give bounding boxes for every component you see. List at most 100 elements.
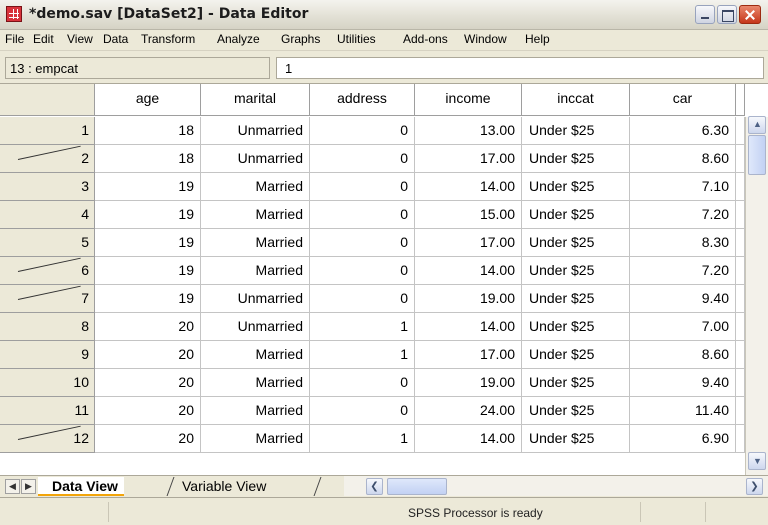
cell-age[interactable]: 20 bbox=[95, 425, 201, 453]
row-header[interactable]: 12 bbox=[0, 425, 95, 453]
cell-marital[interactable]: Married bbox=[201, 229, 310, 257]
cell-car[interactable]: 11.40 bbox=[630, 397, 736, 425]
column-header-income[interactable]: income bbox=[415, 84, 522, 116]
column-header-inccat[interactable]: inccat bbox=[522, 84, 630, 116]
cell-marital[interactable]: Married bbox=[201, 369, 310, 397]
cell-next[interactable] bbox=[736, 369, 745, 397]
cell-age[interactable]: 20 bbox=[95, 341, 201, 369]
cell-address[interactable]: 1 bbox=[310, 341, 415, 369]
cell-age[interactable]: 19 bbox=[95, 257, 201, 285]
tab-next-button[interactable]: ▶ bbox=[21, 479, 36, 494]
scroll-up-button[interactable]: ▲ bbox=[748, 116, 766, 134]
cell-age[interactable]: 20 bbox=[95, 369, 201, 397]
menu-data[interactable]: Data bbox=[103, 32, 128, 46]
row-header[interactable]: 5 bbox=[0, 229, 95, 257]
scroll-down-button[interactable]: ▼ bbox=[748, 452, 766, 470]
cell-address[interactable]: 0 bbox=[310, 117, 415, 145]
column-header-age[interactable]: age bbox=[95, 84, 201, 116]
menu-edit[interactable]: Edit bbox=[33, 32, 54, 46]
row-header[interactable]: 4 bbox=[0, 201, 95, 229]
cell-car[interactable]: 7.20 bbox=[630, 201, 736, 229]
menu-help[interactable]: Help bbox=[525, 32, 550, 46]
cell-car[interactable]: 8.60 bbox=[630, 145, 736, 173]
cell-inccat[interactable]: Under $25 bbox=[522, 117, 630, 145]
cell-income[interactable]: 17.00 bbox=[415, 229, 522, 257]
menu-file[interactable]: File bbox=[5, 32, 24, 46]
cell-inccat[interactable]: Under $25 bbox=[522, 201, 630, 229]
cell-income[interactable]: 19.00 bbox=[415, 369, 522, 397]
menu-add-ons[interactable]: Add-ons bbox=[403, 32, 448, 46]
cell-marital[interactable]: Married bbox=[201, 341, 310, 369]
cell-inccat[interactable]: Under $25 bbox=[522, 173, 630, 201]
cell-inccat[interactable]: Under $25 bbox=[522, 397, 630, 425]
minimize-button[interactable] bbox=[695, 5, 715, 24]
cell-address[interactable]: 0 bbox=[310, 257, 415, 285]
cell-marital[interactable]: Unmarried bbox=[201, 313, 310, 341]
cell-marital[interactable]: Married bbox=[201, 425, 310, 453]
cell-marital[interactable]: Unmarried bbox=[201, 145, 310, 173]
cell-value-input[interactable]: 1 bbox=[276, 57, 764, 79]
tab-prev-button[interactable]: ◀ bbox=[5, 479, 20, 494]
maximize-button[interactable] bbox=[717, 5, 737, 24]
menu-view[interactable]: View bbox=[67, 32, 93, 46]
scroll-left-button[interactable]: ❮ bbox=[366, 478, 383, 495]
cell-address[interactable]: 1 bbox=[310, 313, 415, 341]
cell-address[interactable]: 0 bbox=[310, 201, 415, 229]
menu-graphs[interactable]: Graphs bbox=[281, 32, 320, 46]
cell-address[interactable]: 0 bbox=[310, 397, 415, 425]
row-header[interactable]: 11 bbox=[0, 397, 95, 425]
cell-income[interactable]: 14.00 bbox=[415, 425, 522, 453]
cell-next[interactable] bbox=[736, 425, 745, 453]
cell-next[interactable] bbox=[736, 201, 745, 229]
cell-next[interactable] bbox=[736, 173, 745, 201]
cell-inccat[interactable]: Under $25 bbox=[522, 285, 630, 313]
cell-next[interactable] bbox=[736, 117, 745, 145]
cell-income[interactable]: 19.00 bbox=[415, 285, 522, 313]
menu-analyze[interactable]: Analyze bbox=[217, 32, 260, 46]
cell-inccat[interactable]: Under $25 bbox=[522, 369, 630, 397]
cell-age[interactable]: 18 bbox=[95, 117, 201, 145]
cell-next[interactable] bbox=[736, 145, 745, 173]
row-header[interactable]: 7 bbox=[0, 285, 95, 313]
cell-address[interactable]: 1 bbox=[310, 425, 415, 453]
cell-inccat[interactable]: Under $25 bbox=[522, 229, 630, 257]
cell-next[interactable] bbox=[736, 285, 745, 313]
cell-inccat[interactable]: Under $25 bbox=[522, 145, 630, 173]
cell-age[interactable]: 19 bbox=[95, 229, 201, 257]
cell-car[interactable]: 6.90 bbox=[630, 425, 736, 453]
row-header[interactable]: 3 bbox=[0, 173, 95, 201]
menu-utilities[interactable]: Utilities bbox=[337, 32, 376, 46]
column-header-marital[interactable]: marital bbox=[201, 84, 310, 116]
cell-income[interactable]: 15.00 bbox=[415, 201, 522, 229]
cell-income[interactable]: 13.00 bbox=[415, 117, 522, 145]
cell-car[interactable]: 7.00 bbox=[630, 313, 736, 341]
tab-variable-view[interactable]: Variable View bbox=[168, 477, 272, 496]
cell-age[interactable]: 20 bbox=[95, 397, 201, 425]
cell-car[interactable]: 7.10 bbox=[630, 173, 736, 201]
cell-age[interactable]: 19 bbox=[95, 201, 201, 229]
cell-income[interactable]: 14.00 bbox=[415, 313, 522, 341]
cell-marital[interactable]: Unmarried bbox=[201, 285, 310, 313]
cell-marital[interactable]: Married bbox=[201, 257, 310, 285]
row-header[interactable]: 8 bbox=[0, 313, 95, 341]
cell-address[interactable]: 0 bbox=[310, 229, 415, 257]
row-header[interactable]: 10 bbox=[0, 369, 95, 397]
cell-car[interactable]: 8.30 bbox=[630, 229, 736, 257]
row-header[interactable]: 9 bbox=[0, 341, 95, 369]
row-header[interactable]: 2 bbox=[0, 145, 95, 173]
cell-age[interactable]: 19 bbox=[95, 173, 201, 201]
cell-next[interactable] bbox=[736, 313, 745, 341]
close-button[interactable] bbox=[739, 5, 761, 24]
scroll-right-button[interactable]: ❯ bbox=[746, 478, 763, 495]
column-header-next[interactable] bbox=[736, 84, 745, 116]
column-header-car[interactable]: car bbox=[630, 84, 736, 116]
cell-age[interactable]: 19 bbox=[95, 285, 201, 313]
cell-income[interactable]: 17.00 bbox=[415, 341, 522, 369]
vertical-scroll-thumb[interactable] bbox=[748, 135, 766, 175]
horizontal-scroll-thumb[interactable] bbox=[387, 478, 447, 495]
cell-address[interactable]: 0 bbox=[310, 173, 415, 201]
row-header[interactable]: 6 bbox=[0, 257, 95, 285]
cell-age[interactable]: 18 bbox=[95, 145, 201, 173]
cell-age[interactable]: 20 bbox=[95, 313, 201, 341]
menu-window[interactable]: Window bbox=[464, 32, 507, 46]
